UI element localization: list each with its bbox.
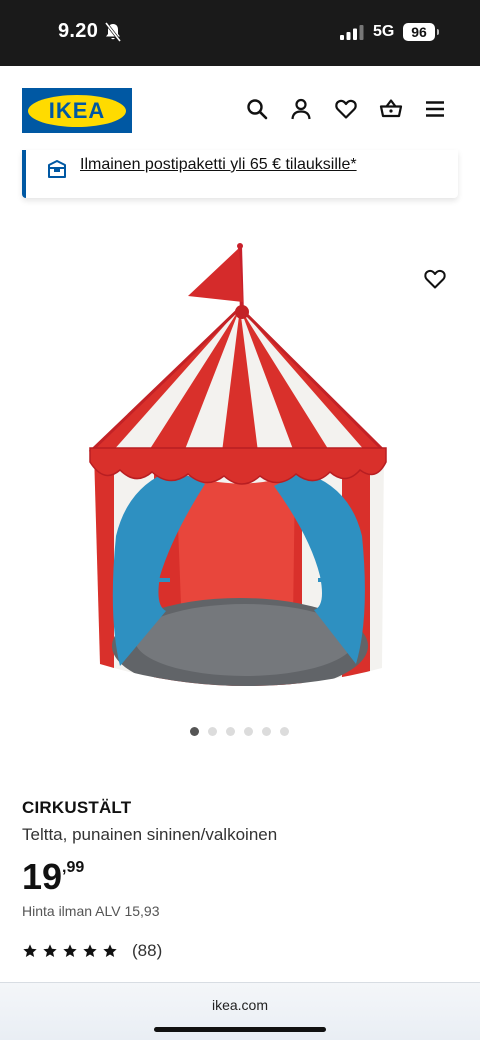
logo-oval: IKEA xyxy=(28,94,126,127)
product-description: Teltta, punainen sininen/valkoinen xyxy=(22,825,278,844)
battery-tip xyxy=(437,29,439,35)
parcel-icon xyxy=(48,160,66,178)
star-icon xyxy=(23,944,37,957)
star-icon xyxy=(83,944,97,957)
url-text[interactable]: ikea.com xyxy=(0,997,480,1013)
account-icon[interactable] xyxy=(289,97,313,121)
free-shipping-link[interactable]: Ilmainen postipaketti yli 65 € tilauksil… xyxy=(80,156,357,174)
star-icon xyxy=(43,944,57,957)
carousel-dot[interactable] xyxy=(190,727,199,736)
search-icon[interactable] xyxy=(245,97,269,121)
price-integer: 19 xyxy=(22,856,63,897)
carousel-dot[interactable] xyxy=(208,727,217,736)
battery-indicator: 96 xyxy=(403,23,435,41)
signal-icon xyxy=(340,25,364,40)
carousel-dot[interactable] xyxy=(262,727,271,736)
network-type: 5G xyxy=(373,23,395,40)
carousel-dot[interactable] xyxy=(226,727,235,736)
price-decimal: ,99 xyxy=(62,859,85,876)
carousel-dot[interactable] xyxy=(244,727,253,736)
status-bar: 9.20 5G 96 xyxy=(0,0,480,66)
site-header: IKEA xyxy=(0,66,480,156)
heart-icon[interactable] xyxy=(334,97,358,121)
logo-text: IKEA xyxy=(48,97,106,123)
status-time: 9.20 xyxy=(58,20,99,42)
review-count[interactable]: (88) xyxy=(132,941,162,961)
star-icon xyxy=(103,944,117,957)
product-image[interactable] xyxy=(80,236,410,710)
product-price: 19,99 xyxy=(22,856,84,898)
wishlist-heart-icon[interactable] xyxy=(423,267,447,291)
home-indicator[interactable] xyxy=(154,1027,326,1032)
star-icon xyxy=(63,944,77,957)
free-shipping-banner[interactable]: Ilmainen postipaketti yli 65 € tilauksil… xyxy=(22,150,458,198)
price-excl-vat: Hinta ilman ALV 15,93 xyxy=(22,903,160,919)
image-carousel-dots xyxy=(190,727,289,737)
product-rating[interactable]: (88) xyxy=(22,940,162,962)
basket-icon[interactable] xyxy=(379,97,403,121)
browser-address-bar[interactable]: ikea.com xyxy=(0,982,480,1040)
ikea-logo[interactable]: IKEA xyxy=(22,88,132,133)
bell-muted-icon xyxy=(104,22,122,42)
menu-icon[interactable] xyxy=(423,97,447,121)
product-name: CIRKUSTÄLT xyxy=(22,798,132,817)
carousel-dot[interactable] xyxy=(280,727,289,736)
